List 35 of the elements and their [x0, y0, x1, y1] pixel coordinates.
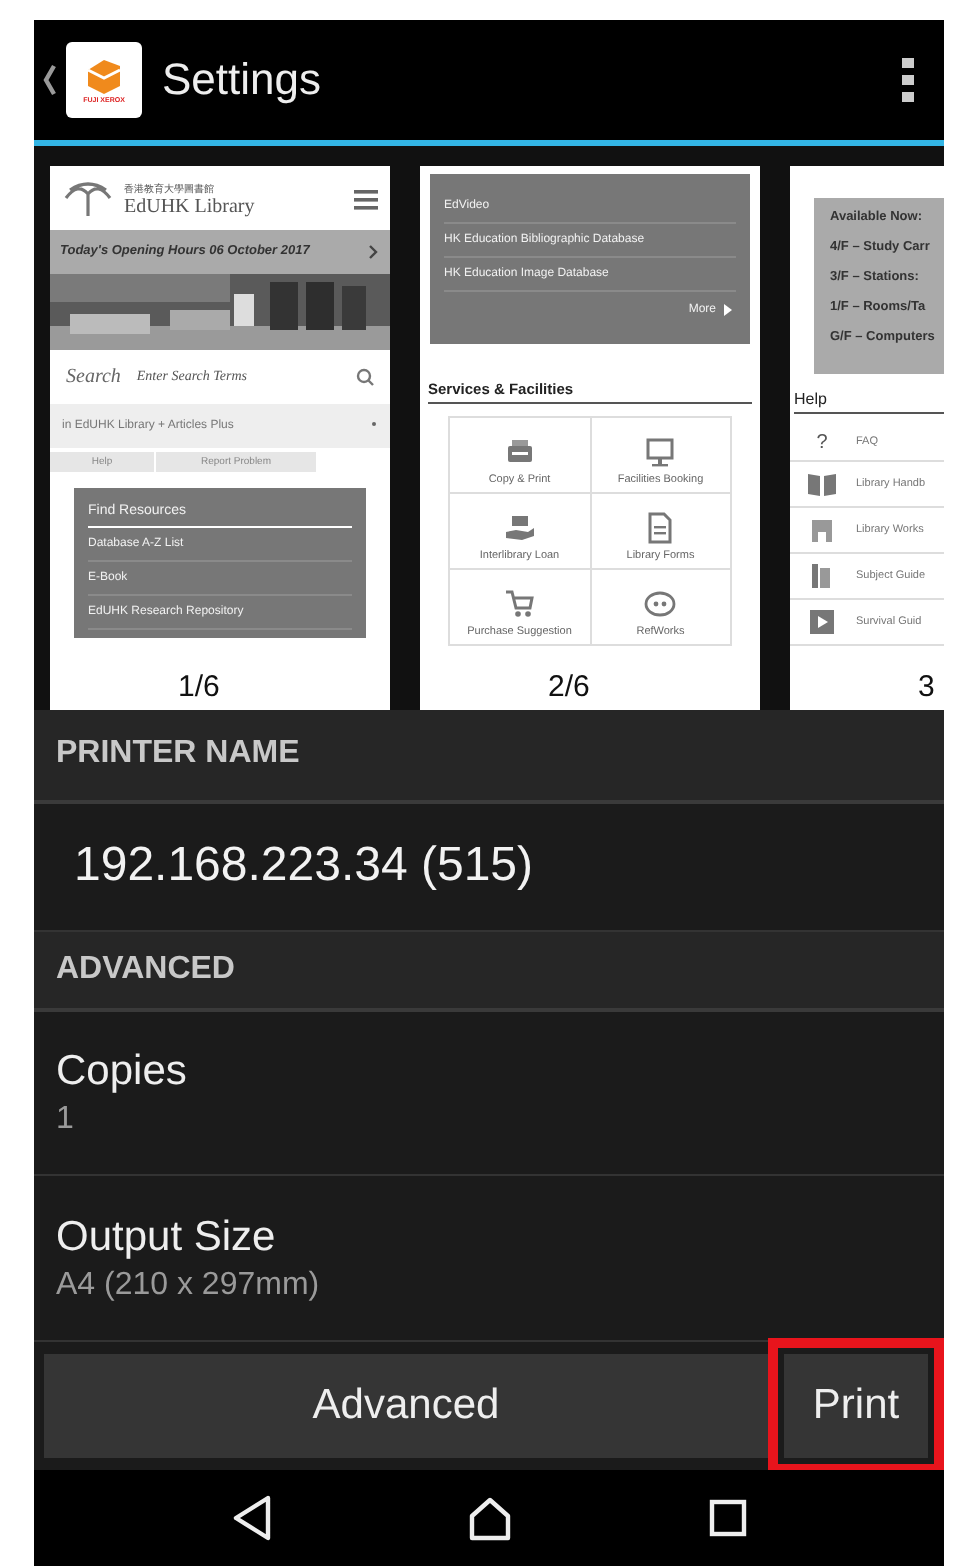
- screen-title: Settings: [162, 53, 323, 106]
- search-label: Search: [66, 365, 121, 388]
- setting-value: 1: [56, 1101, 76, 1138]
- question-mark-icon: ?: [806, 431, 838, 454]
- more-options-icon[interactable]: [900, 55, 916, 104]
- search-icon: [356, 367, 374, 386]
- page-number: 1/6: [50, 665, 390, 710]
- monitor-icon: [644, 435, 677, 468]
- cart-icon: [503, 587, 536, 620]
- video-icon: [806, 605, 838, 638]
- document-icon: [644, 511, 677, 544]
- home-icon[interactable]: [466, 1494, 515, 1543]
- setting-value: A4 (210 x 297mm): [56, 1267, 322, 1304]
- advanced-button[interactable]: Advanced: [44, 1354, 768, 1459]
- section-header: ADVANCED: [56, 951, 235, 988]
- hand-book-icon: [503, 511, 536, 544]
- arrow-icon: [724, 303, 732, 316]
- library-title: EdUHK Library: [124, 195, 257, 218]
- tree-icon: [62, 181, 114, 218]
- chevron-icon: [368, 243, 378, 260]
- quote-bubble-icon: [644, 587, 677, 620]
- setting-row[interactable]: Copies 1: [56, 1047, 922, 1138]
- section-header: PRINTER NAME: [56, 736, 300, 773]
- print-button[interactable]: Print: [784, 1354, 928, 1459]
- setting-label: Output Size: [56, 1213, 278, 1262]
- recent-apps-icon[interactable]: [707, 1498, 748, 1539]
- page-number: 3: [790, 665, 944, 710]
- back-icon[interactable]: [230, 1494, 275, 1543]
- page-number: 2/6: [420, 665, 760, 710]
- setting-row[interactable]: Output Size A4 (210 x 297mm): [56, 1213, 922, 1304]
- section-heading: Help: [794, 385, 944, 414]
- menu-icon: [354, 189, 378, 210]
- setting-label: Copies: [56, 1047, 189, 1096]
- page-preview[interactable]: [50, 165, 390, 666]
- back-icon[interactable]: [42, 63, 58, 96]
